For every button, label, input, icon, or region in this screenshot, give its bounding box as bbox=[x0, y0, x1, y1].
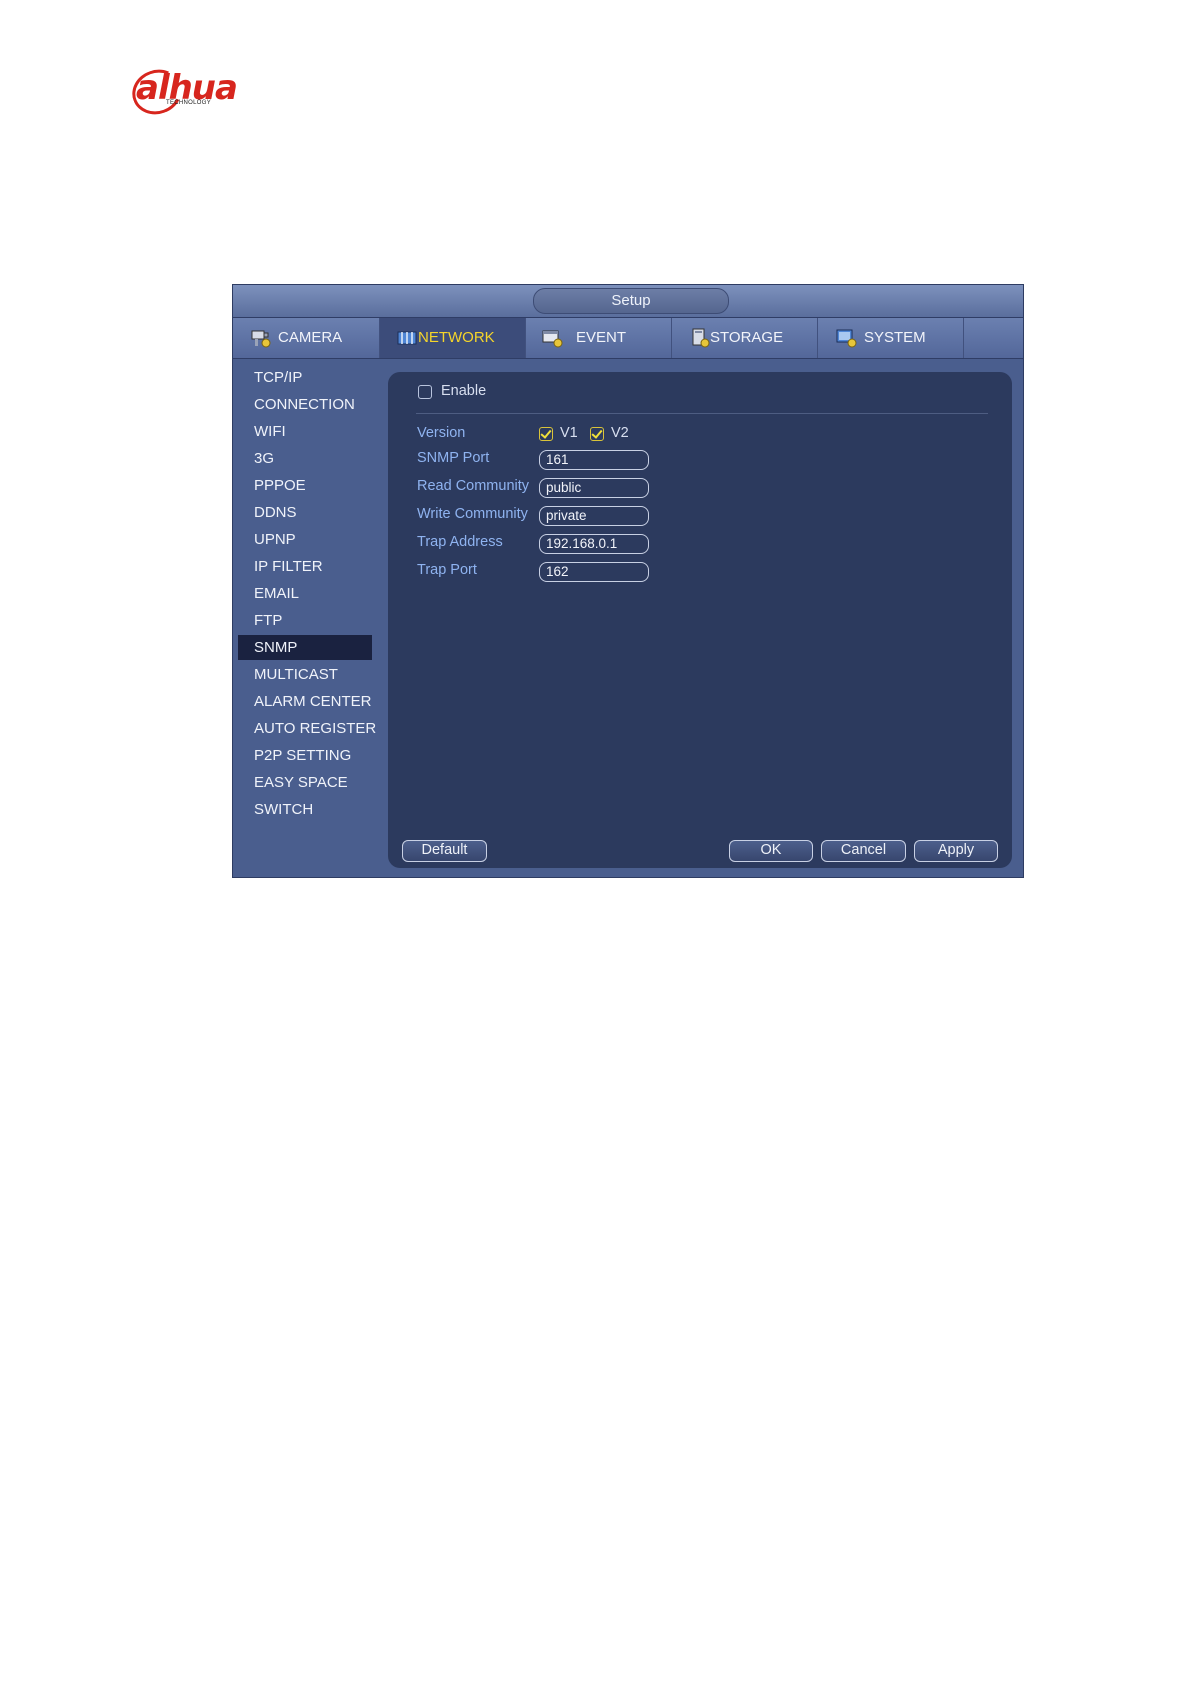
cancel-button[interactable]: Cancel bbox=[821, 840, 906, 862]
logo-subtitle: TECHNOLOGY bbox=[166, 100, 212, 106]
sidebar-item-p2p-setting[interactable]: P2P SETTING bbox=[238, 743, 372, 768]
camera-icon bbox=[251, 330, 271, 348]
version-label: Version bbox=[417, 425, 466, 441]
sidebar-item-auto-register[interactable]: AUTO REGISTER bbox=[238, 716, 376, 741]
title-bar: Setup bbox=[233, 285, 1023, 318]
trap-port-field[interactable]: 162 bbox=[539, 562, 649, 582]
dahua-logo: alhua TECHNOLOGY bbox=[125, 62, 256, 122]
tab-network-label: NETWORK bbox=[418, 329, 495, 346]
trap-address-label: Trap Address bbox=[417, 534, 503, 550]
tab-camera[interactable]: CAMERA bbox=[233, 318, 380, 358]
storage-icon bbox=[692, 328, 710, 348]
trap-port-label: Trap Port bbox=[417, 562, 477, 578]
sidebar-item-ftp[interactable]: FTP bbox=[238, 608, 372, 633]
system-icon bbox=[836, 329, 857, 348]
tab-event-label: EVENT bbox=[576, 329, 627, 346]
ok-button[interactable]: OK bbox=[729, 840, 813, 862]
tab-storage-label: STORAGE bbox=[710, 329, 784, 346]
tab-camera-label: CAMERA bbox=[278, 329, 343, 346]
window-title: Setup bbox=[533, 288, 729, 314]
sidebar-item-switch[interactable]: SWITCH bbox=[238, 797, 372, 822]
network-icon bbox=[397, 331, 417, 345]
sidebar-item-email[interactable]: EMAIL bbox=[238, 581, 372, 606]
tab-event[interactable]: EVENT bbox=[526, 318, 672, 358]
sidebar-item-tcpip[interactable]: TCP/IP bbox=[238, 365, 372, 390]
tab-network[interactable]: NETWORK bbox=[380, 318, 526, 358]
sidebar-item-wifi[interactable]: WIFI bbox=[238, 419, 372, 444]
event-icon bbox=[542, 330, 563, 348]
setup-window: Setup CAMERA NETWORK EVENT STORAGE SYSTE… bbox=[232, 284, 1024, 878]
sidebar-item-connection[interactable]: CONNECTION bbox=[238, 392, 372, 417]
v1-checkbox[interactable] bbox=[539, 427, 553, 441]
sidebar-item-3g[interactable]: 3G bbox=[238, 446, 372, 471]
snmp-port-field[interactable]: 161 bbox=[539, 450, 649, 470]
read-community-label: Read Community bbox=[417, 478, 530, 494]
write-community-field[interactable]: private bbox=[539, 506, 649, 526]
trap-address-field[interactable]: 192.168.0.1 bbox=[539, 534, 649, 554]
v1-label: V1 bbox=[560, 425, 578, 441]
section-divider bbox=[416, 413, 988, 414]
v2-checkbox[interactable] bbox=[590, 427, 604, 441]
sidebar-item-easy-space[interactable]: EASY SPACE bbox=[238, 770, 372, 795]
read-community-field[interactable]: public bbox=[539, 478, 649, 498]
default-button[interactable]: Default bbox=[402, 840, 487, 862]
sidebar-item-snmp[interactable]: SNMP bbox=[238, 635, 372, 660]
v2-label: V2 bbox=[611, 425, 629, 441]
sidebar-item-alarm-center[interactable]: ALARM CENTER bbox=[238, 689, 372, 714]
enable-label: Enable bbox=[441, 383, 487, 399]
enable-checkbox[interactable] bbox=[418, 385, 432, 399]
sidebar-item-multicast[interactable]: MULTICAST bbox=[238, 662, 372, 687]
sidebar-item-pppoe[interactable]: PPPOE bbox=[238, 473, 372, 498]
tab-system[interactable]: SYSTEM bbox=[818, 318, 964, 358]
tab-system-label: SYSTEM bbox=[864, 329, 926, 346]
snmp-port-label: SNMP Port bbox=[417, 450, 490, 466]
apply-button[interactable]: Apply bbox=[914, 840, 998, 862]
sidebar-item-ddns[interactable]: DDNS bbox=[238, 500, 372, 525]
write-community-label: Write Community bbox=[417, 506, 528, 522]
tab-storage[interactable]: STORAGE bbox=[672, 318, 818, 358]
sidebar-item-ip-filter[interactable]: IP FILTER bbox=[238, 554, 372, 579]
main-tab-bar: CAMERA NETWORK EVENT STORAGE SYSTEM bbox=[233, 318, 1023, 359]
sidebar-item-upnp[interactable]: UPNP bbox=[238, 527, 372, 552]
snmp-settings-panel: Enable Version V1 V2 SNMP Port 161 Read … bbox=[388, 372, 1012, 868]
